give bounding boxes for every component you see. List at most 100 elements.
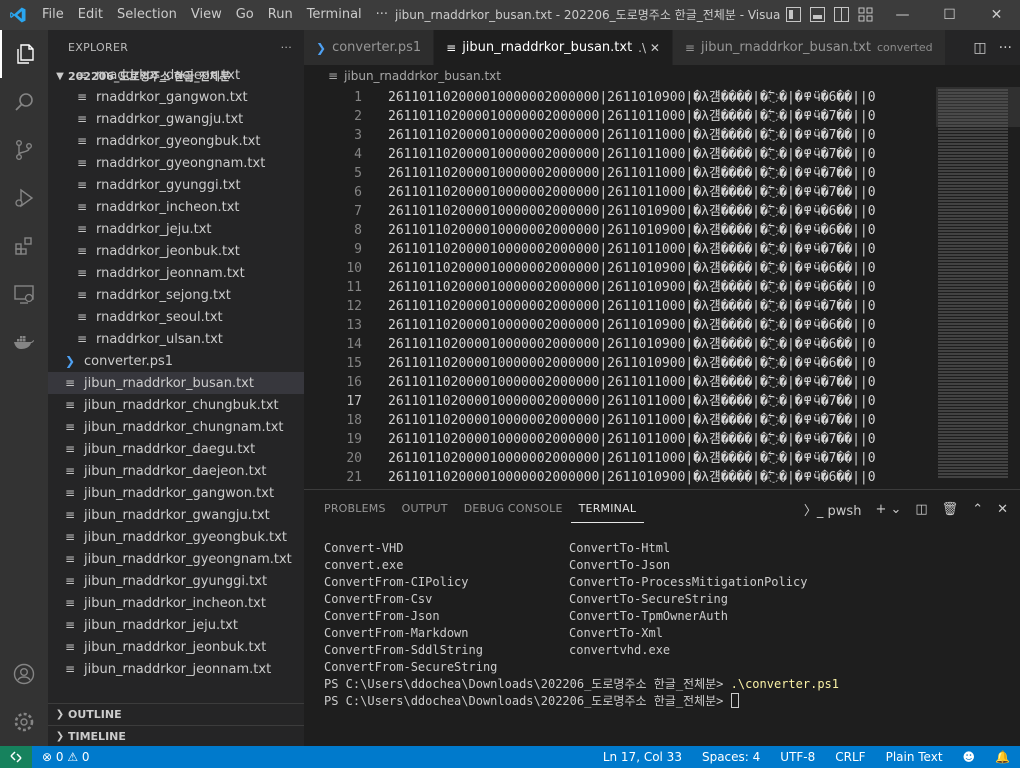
toggle-secondary-sidebar-icon[interactable] — [834, 7, 849, 22]
file-item[interactable]: ≡ jibun_rnaddrkor_gyunggi.txt — [48, 570, 304, 592]
cursor-position[interactable]: Ln 17, Col 33 — [593, 750, 692, 764]
menu-item-edit[interactable]: Edit — [71, 0, 110, 30]
terminal-icon: 〉_ — [803, 503, 824, 519]
close-panel-icon[interactable]: ✕ — [997, 502, 1008, 517]
panel-actions: 〉_ pwsh + ⌄ ◫ 🗑 ⌃ ✕ — [804, 490, 1008, 528]
file-item[interactable]: ≡ rnaddrkor_gyeongnam.txt — [48, 152, 304, 174]
file-item[interactable]: ≡ jibun_rnaddrkor_jeonbuk.txt — [48, 636, 304, 658]
language-mode[interactable]: Plain Text — [876, 750, 953, 764]
file-item[interactable]: ≡ rnaddrkor_gyunggi.txt — [48, 174, 304, 196]
file-item[interactable]: ≡ rnaddrkor_gangwon.txt — [48, 86, 304, 108]
remote-indicator-icon[interactable] — [0, 746, 32, 768]
run-debug-icon[interactable] — [0, 174, 48, 222]
line-number: 20 — [346, 451, 362, 466]
outline-section[interactable]: ❯ OUTLINE — [48, 703, 304, 725]
toggle-panel-icon[interactable] — [810, 7, 825, 22]
docker-icon[interactable] — [0, 318, 48, 366]
file-item[interactable]: ≡ jibun_rnaddrkor_chungbuk.txt — [48, 394, 304, 416]
file-item[interactable]: ≡ rnaddrkor_jeonbuk.txt — [48, 240, 304, 262]
file-item[interactable]: ≡ rnaddrkor_ulsan.txt — [48, 328, 304, 350]
kill-terminal-icon[interactable]: 🗑 — [942, 502, 959, 517]
minimap-line — [938, 185, 1008, 187]
file-item[interactable]: ≡ rnaddrkor_gyeongbuk.txt — [48, 130, 304, 152]
notifications-bell-icon[interactable]: 🔔 — [985, 750, 1020, 764]
new-terminal-icon[interactable]: + ⌄ — [875, 502, 901, 517]
file-item[interactable]: ≡ rnaddrkor_seoul.txt — [48, 306, 304, 328]
explorer-icon[interactable] — [0, 30, 48, 78]
minimap-line — [938, 410, 1008, 412]
file-item[interactable]: ≡ jibun_rnaddrkor_chungnam.txt — [48, 416, 304, 438]
file-item[interactable]: ≡ jibun_rnaddrkor_incheon.txt — [48, 592, 304, 614]
file-item[interactable]: ≡ jibun_rnaddrkor_daegu.txt — [48, 438, 304, 460]
toggle-sidebar-icon[interactable] — [786, 7, 801, 22]
file-label: jibun_rnaddrkor_chungbuk.txt — [84, 397, 279, 413]
encoding[interactable]: UTF-8 — [770, 750, 825, 764]
file-item[interactable]: ≡ jibun_rnaddrkor_jeonnam.txt — [48, 658, 304, 680]
maximize-icon[interactable]: ☐ — [926, 0, 973, 30]
file-item[interactable]: ≡ jibun_rnaddrkor_gangwon.txt — [48, 482, 304, 504]
menu-item-terminal[interactable]: Terminal — [300, 0, 369, 30]
source-control-icon[interactable] — [0, 126, 48, 174]
problems-count[interactable]: ⊗ 0 ⚠ 0 — [42, 750, 90, 764]
text-editor[interactable]: 1 261101102000010000002000000|2611010900|… — [304, 87, 1020, 489]
file-item[interactable]: ≡ jibun_rnaddrkor_daejeon.txt — [48, 460, 304, 482]
breadcrumb-file[interactable]: jibun_rnaddrkor_busan.txt — [344, 69, 501, 83]
file-item[interactable]: ≡ rnaddrkor_jeonnam.txt — [48, 262, 304, 284]
timeline-section[interactable]: ❯ TIMELINE — [48, 725, 304, 746]
menu-item-selection[interactable]: Selection — [110, 0, 184, 30]
more-actions-icon[interactable]: ··· — [281, 41, 292, 54]
close-icon[interactable]: ✕ — [973, 0, 1020, 30]
terminal-output[interactable]: Convert-VHD ConvertTo-Html convert.exe Conv… — [324, 540, 1014, 710]
panel-tab-problems[interactable]: PROBLEMS — [316, 490, 394, 528]
file-item[interactable]: ≡ jibun_rnaddrkor_gyeongnam.txt — [48, 548, 304, 570]
feedback-icon[interactable]: ☻ — [953, 750, 986, 764]
menu-item-go[interactable]: Go — [229, 0, 261, 30]
line-text: 261101102000010000002000000|2611011000|�… — [388, 166, 876, 181]
file-item[interactable]: ❯ converter.ps1 — [48, 350, 304, 372]
file-label: rnaddrkor_jeonnam.txt — [96, 265, 245, 281]
remote-explorer-icon[interactable] — [0, 270, 48, 318]
menu-item-more[interactable]: ··· — [369, 0, 395, 30]
minimize-icon[interactable]: — — [879, 0, 926, 30]
file-item[interactable]: ≡ rnaddrkor_daejeon.txt — [48, 64, 304, 86]
maximize-panel-icon[interactable]: ⌃ — [972, 502, 983, 517]
text-file-icon: ≡ — [76, 288, 88, 302]
end-of-line[interactable]: CRLF — [825, 750, 875, 764]
file-item[interactable]: ≡ rnaddrkor_sejong.txt — [48, 284, 304, 306]
file-item[interactable]: ≡ jibun_rnaddrkor_gwangju.txt — [48, 504, 304, 526]
panel-tab-debug-console[interactable]: DEBUG CONSOLE — [456, 490, 571, 528]
split-editor-icon[interactable]: ◫ — [973, 40, 986, 56]
minimap-line — [938, 212, 1008, 214]
menu-item-file[interactable]: File — [35, 0, 71, 30]
search-icon[interactable] — [0, 78, 48, 126]
more-actions-icon[interactable]: ··· — [999, 40, 1012, 56]
account-icon[interactable] — [0, 650, 48, 698]
split-terminal-icon[interactable]: ◫ — [915, 502, 927, 517]
file-item[interactable]: ≡ rnaddrkor_jeju.txt — [48, 218, 304, 240]
text-file-icon: ≡ — [64, 618, 76, 632]
minimap[interactable] — [936, 87, 1020, 489]
extensions-icon[interactable] — [0, 222, 48, 270]
minimap-line — [938, 455, 1008, 457]
text-file-icon: ≡ — [76, 178, 88, 192]
menu-item-view[interactable]: View — [184, 0, 229, 30]
menu-item-run[interactable]: Run — [261, 0, 300, 30]
editor-tab[interactable]: ≡ jibun_rnaddrkor_busan.txt .\ ✕ — [434, 30, 673, 65]
file-item[interactable]: ≡ jibun_rnaddrkor_busan.txt — [48, 372, 304, 394]
file-item[interactable]: ≡ jibun_rnaddrkor_gyeongbuk.txt — [48, 526, 304, 548]
minimap-line — [938, 146, 1008, 148]
panel-tab-terminal[interactable]: TERMINAL — [570, 495, 645, 523]
settings-gear-icon[interactable] — [0, 698, 48, 746]
editor-tab[interactable]: ≡ jibun_rnaddrkor_busan.txt converted — [672, 30, 946, 65]
editor-tab[interactable]: ❯ converter.ps1 — [304, 30, 435, 65]
minimap-line — [938, 206, 1008, 208]
tab-close-icon[interactable]: .\ ✕ — [638, 41, 660, 55]
customize-layout-icon[interactable] — [858, 7, 873, 22]
file-item[interactable]: ≡ jibun_rnaddrkor_jeju.txt — [48, 614, 304, 636]
terminal-shell[interactable]: 〉_ pwsh — [804, 500, 862, 519]
file-item[interactable]: ≡ rnaddrkor_incheon.txt — [48, 196, 304, 218]
file-item[interactable]: ≡ rnaddrkor_gwangju.txt — [48, 108, 304, 130]
panel-tab-output[interactable]: OUTPUT — [394, 490, 456, 528]
minimap-line — [938, 266, 1008, 268]
indentation[interactable]: Spaces: 4 — [692, 750, 770, 764]
